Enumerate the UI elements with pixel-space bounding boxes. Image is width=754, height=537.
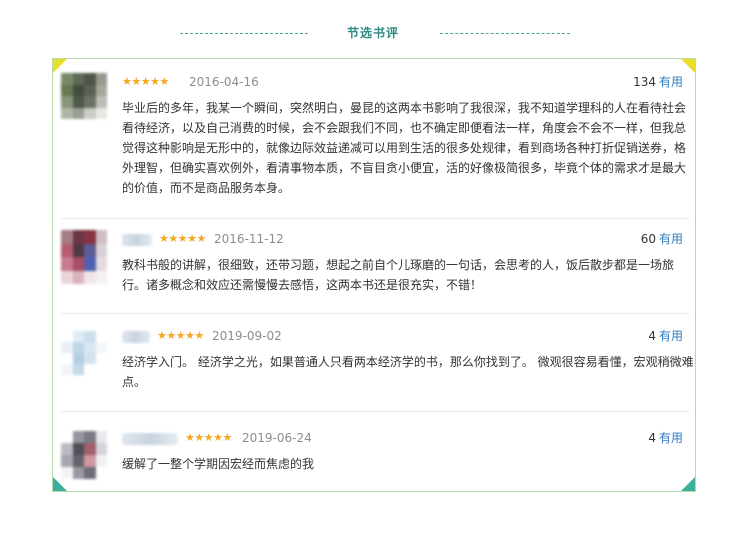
review-item: ★★★★★ 2019-09-02 4 有用 经济学入门。 经济学之光，如果普通人只… — [61, 327, 694, 407]
header-dashed-line-left — [180, 33, 308, 34]
useful-count: 134 — [633, 75, 656, 89]
username[interactable] — [122, 234, 152, 246]
useful-label: 有用 — [658, 329, 683, 343]
username[interactable] — [122, 331, 150, 343]
rating-stars: ★★★★★ — [157, 329, 204, 342]
section-header: 节选书评 — [0, 22, 754, 44]
review-text: 毕业后的多年，我某一个瞬间，突然明白，曼昆的这两本书影响了我很深，我不知道学理科… — [122, 101, 687, 195]
review-text: 缓解了一整个学期因宏经而焦虑的我 — [122, 457, 315, 471]
useful-count: 60 — [640, 232, 656, 246]
review-date: 2016-11-12 — [214, 232, 284, 246]
useful-label: 有用 — [658, 431, 683, 445]
review-text: 经济学入门。 经济学之光，如果普通人只看两本经济学的书，那么你找到了。 微观很容… — [122, 355, 694, 389]
useful-button[interactable]: 4 有用 — [648, 327, 683, 345]
username[interactable] — [122, 433, 178, 445]
divider — [61, 218, 689, 219]
avatar[interactable] — [61, 331, 107, 375]
review-date: 2019-09-02 — [212, 329, 282, 343]
divider — [61, 313, 689, 314]
useful-label: 有用 — [658, 75, 683, 89]
review-date: 2016-04-16 — [189, 75, 259, 89]
review-item: ★★★★★ 2016-11-12 60 有用 教科书般的讲解，很细致，还带习题，想… — [61, 230, 689, 310]
review-item: ★★★★★ 2016-04-16 134 有用 毕业后的多年，我某一个瞬间，突然明… — [61, 73, 689, 223]
avatar[interactable] — [61, 73, 107, 119]
review-item: ★★★★★ 2019-06-24 4 有用 缓解了一整个学期因宏经而焦虑的我 — [61, 429, 689, 481]
rating-stars: ★★★★★ — [185, 431, 232, 444]
corner-decoration — [681, 59, 695, 73]
avatar[interactable] — [61, 431, 107, 479]
useful-button[interactable]: 60 有用 — [641, 230, 683, 248]
useful-button[interactable]: 4 有用 — [648, 429, 683, 447]
useful-button[interactable]: 134 有用 — [633, 73, 683, 91]
rating-stars: ★★★★★ — [122, 75, 169, 88]
avatar[interactable] — [61, 230, 107, 284]
review-text: 教科书般的讲解，很细致，还带习题，想起之前自个儿琢磨的一句话，会思考的人，饭后散… — [122, 258, 675, 292]
divider — [61, 411, 689, 412]
corner-decoration — [53, 59, 67, 73]
header-dashed-line-right — [440, 33, 570, 34]
useful-label: 有用 — [658, 232, 683, 246]
reviews-panel: ★★★★★ 2016-04-16 134 有用 毕业后的多年，我某一个瞬间，突然明… — [52, 58, 696, 492]
section-title: 节选书评 — [346, 26, 399, 40]
review-date: 2019-06-24 — [242, 431, 312, 445]
useful-count: 4 — [648, 329, 656, 343]
rating-stars: ★★★★★ — [159, 232, 206, 245]
useful-count: 4 — [648, 431, 656, 445]
